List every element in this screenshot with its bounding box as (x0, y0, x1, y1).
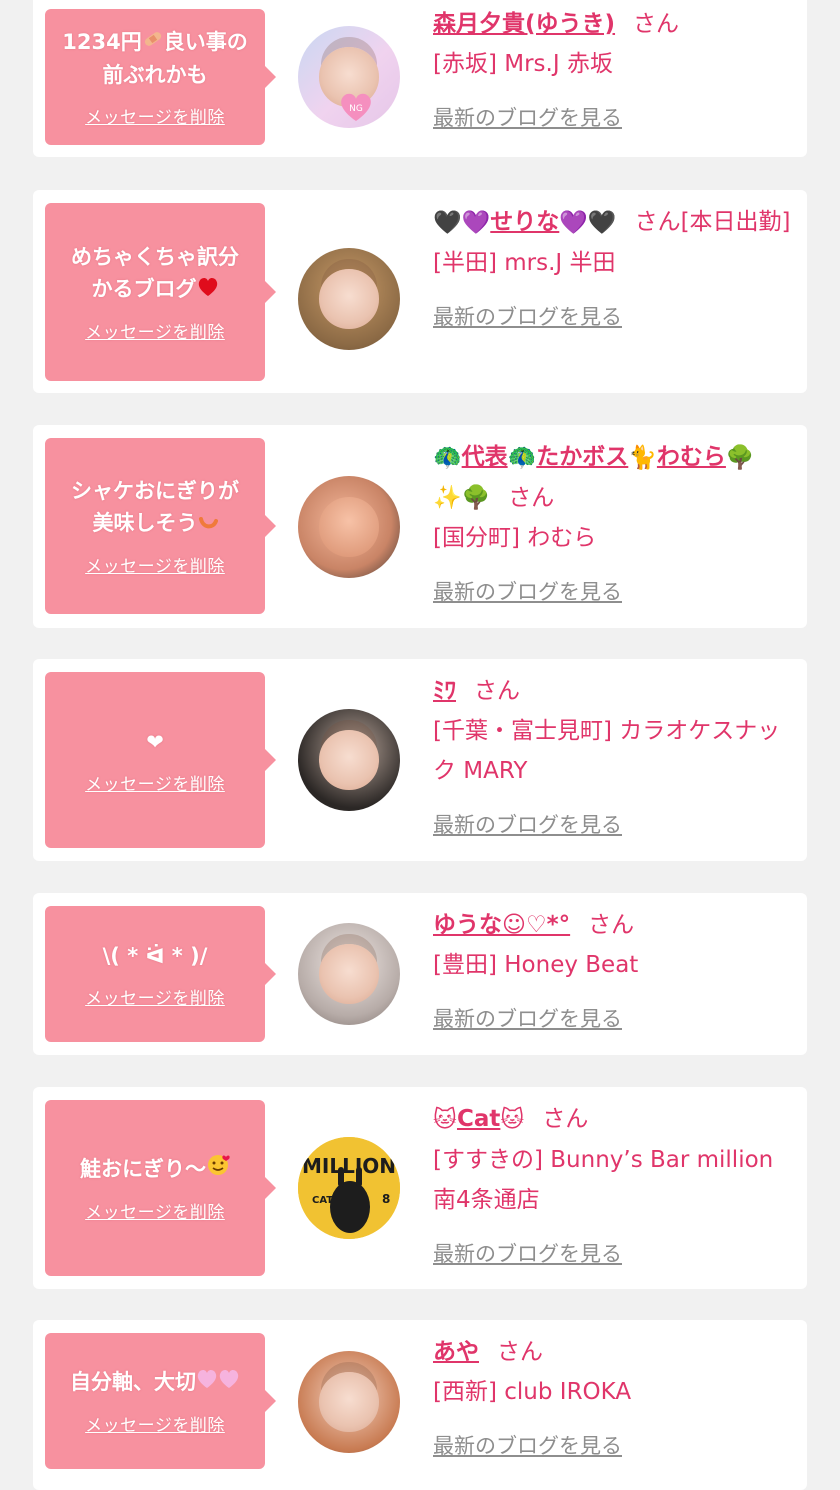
message-card: 自分軸、大切 メッセージを削除 あや さん [西新] club IROKA 最新の… (33, 1320, 807, 1490)
cast-info: ゆうな☺♡*° さん [豊田] Honey Beat 最新のブログを見る (433, 905, 801, 1039)
delete-message-link[interactable]: メッセージを削除 (85, 552, 225, 577)
cast-info: あや さん [西新] club IROKA 最新のブログを見る (433, 1332, 801, 1466)
shrimp-icon (198, 508, 218, 540)
tree-icon: 🌳 (461, 485, 491, 511)
message-text: 鮭おにぎり〜 (80, 1153, 230, 1187)
purple-heart-icon: 💜 (559, 209, 588, 236)
cat-icon: 🐈 (628, 444, 657, 471)
blog-link[interactable]: 最新のブログを見る (433, 98, 801, 138)
message-card: 鮭おにぎり〜 メッセージを削除 MILLION CAT 8 🐱Cat🐱 さん [すすき… (33, 1087, 807, 1289)
working-today-label: [本日出勤] (680, 209, 791, 235)
tree-icon: 🌳 (725, 444, 755, 471)
red-heart-icon (197, 274, 219, 306)
blog-link[interactable]: 最新のブログを見る (433, 572, 801, 612)
bandage-icon (142, 27, 164, 59)
delete-message-link[interactable]: メッセージを削除 (85, 103, 225, 128)
svg-text:MILLION: MILLION (302, 1154, 396, 1178)
shop-name: [すすきの] Bunny’s Bar million 南4条通店 (433, 1146, 774, 1213)
message-bubble: ❤ メッセージを削除 (45, 672, 276, 848)
san-label: さん (542, 1106, 589, 1132)
message-text: めちゃくちゃ訳分 かるブログ (71, 241, 239, 306)
shop-name: [赤坂] Mrs.J 赤坂 (433, 51, 613, 77)
san-label: さん (634, 209, 681, 235)
shop-name: [半田] mrs.J 半田 (433, 249, 616, 276)
sparkles-icon: ✨ (433, 485, 462, 511)
avatar[interactable] (298, 1351, 400, 1453)
message-bubble: 自分軸、大切 メッセージを削除 (45, 1333, 276, 1469)
cat-face-icon: 🐱 (433, 1106, 457, 1133)
message-text: ❤ (146, 729, 164, 754)
cast-info: 🐱Cat🐱 さん [すすきの] Bunny’s Bar million 南4条通店… (433, 1099, 801, 1274)
smiling-hearts-icon (206, 1153, 230, 1186)
shop-name: [豊田] Honey Beat (433, 952, 639, 978)
cast-info: 🦚代表🦚たかボス🐈わむら🌳 ✨🌳 さん [国分町] わむら 最新のブログを見る (433, 437, 801, 612)
message-card: 1234円 良い事の 前ぶれかも メッセージを削除 NG 森月夕貴(ゆうき) さん [… (33, 0, 807, 157)
svg-text:8: 8 (382, 1192, 390, 1206)
blog-link[interactable]: 最新のブログを見る (433, 1234, 801, 1274)
cast-info: ﾐﾜ さん [千葉・富士見町] カラオケスナック MARY 最新のブログを見る (433, 671, 801, 845)
san-label: さん (474, 678, 520, 704)
message-bubble: 1234円 良い事の 前ぶれかも メッセージを削除 (45, 9, 276, 145)
shop-name: [千葉・富士見町] カラオケスナック MARY (433, 718, 781, 784)
avatar[interactable]: NG (298, 26, 400, 128)
message-bubble: \( * ᐛ * )/ メッセージを削除 (45, 906, 276, 1042)
blog-link[interactable]: 最新のブログを見る (433, 1426, 801, 1466)
message-text: 1234円 良い事の 前ぶれかも (62, 26, 247, 91)
message-text: 自分軸、大切 (70, 1366, 240, 1399)
cast-name-link[interactable]: ゆうな☺♡*° (433, 912, 570, 938)
delete-message-link[interactable]: メッセージを削除 (85, 1411, 225, 1436)
shop-name: [西新] club IROKA (433, 1379, 632, 1405)
pink-hearts-icon (196, 1367, 240, 1399)
svg-text:NG: NG (349, 104, 363, 114)
svg-text:CAT: CAT (312, 1195, 333, 1206)
peacock-icon: 🦚 (507, 444, 537, 471)
black-heart-icon: 🖤 (587, 209, 617, 236)
message-bubble: 鮭おにぎり〜 メッセージを削除 (45, 1100, 276, 1276)
message-card: シャケおにぎりが 美味しそう メッセージを削除 🦚代表🦚たかボス🐈わむら🌳 ✨🌳 さん… (33, 425, 807, 628)
cast-name-link[interactable]: 🐱Cat🐱 (433, 1106, 524, 1133)
delete-message-link[interactable]: メッセージを削除 (85, 318, 225, 343)
delete-message-link[interactable]: メッセージを削除 (85, 1198, 225, 1223)
cast-name-link[interactable]: 🖤💜せりな💜🖤 (433, 209, 617, 236)
cast-name-link[interactable]: 森月夕貴(ゆうき) (433, 11, 615, 37)
delete-message-link[interactable]: メッセージを削除 (85, 984, 225, 1009)
avatar[interactable] (298, 923, 400, 1025)
delete-message-link[interactable]: メッセージを削除 (85, 770, 225, 795)
avatar[interactable] (298, 709, 400, 811)
san-label: さん (497, 1339, 543, 1365)
san-label: さん (588, 912, 635, 938)
cat-face-icon: 🐱 (500, 1106, 525, 1133)
san-label: さん (633, 11, 680, 37)
million-cover-image: MILLION CAT 8 (298, 1137, 400, 1239)
shop-name: [国分町] わむら (433, 525, 597, 551)
peacock-icon: 🦚 (433, 444, 462, 471)
ng-heart-icon: NG (341, 93, 371, 121)
blog-link[interactable]: 最新のブログを見る (433, 805, 801, 845)
cast-name-link[interactable]: ﾐﾜ (433, 678, 456, 704)
blog-link[interactable]: 最新のブログを見る (433, 297, 801, 337)
purple-heart-icon: 💜 (461, 209, 491, 236)
message-bubble: シャケおにぎりが 美味しそう メッセージを削除 (45, 438, 276, 614)
cast-name-link[interactable]: あや (433, 1339, 479, 1365)
message-card: \( * ᐛ * )/ メッセージを削除 ゆうな☺♡*° さん [豊田] Hone… (33, 893, 807, 1055)
cast-info: 森月夕貴(ゆうき) さん [赤坂] Mrs.J 赤坂 最新のブログを見る (433, 4, 801, 138)
black-heart-icon: 🖤 (433, 209, 462, 236)
message-text: \( * ᐛ * )/ (102, 943, 208, 968)
avatar[interactable] (298, 476, 400, 578)
blog-link[interactable]: 最新のブログを見る (433, 999, 801, 1039)
message-card: めちゃくちゃ訳分 かるブログ メッセージを削除 🖤💜せりな💜🖤 さん[本日出勤] [… (33, 190, 807, 393)
san-label: さん (508, 484, 555, 511)
message-text: シャケおにぎりが 美味しそう (71, 475, 239, 540)
cast-info: 🖤💜せりな💜🖤 さん[本日出勤] [半田] mrs.J 半田 最新のブログを見る (433, 202, 801, 337)
cast-name-link[interactable]: 🦚代表🦚たかボス🐈わむら🌳 ✨🌳 (433, 444, 755, 511)
avatar[interactable] (298, 248, 400, 350)
message-card: ❤ メッセージを削除 ﾐﾜ さん [千葉・富士見町] カラオケスナック MARY … (33, 659, 807, 861)
avatar[interactable]: MILLION CAT 8 (298, 1137, 400, 1239)
message-bubble: めちゃくちゃ訳分 かるブログ メッセージを削除 (45, 203, 276, 381)
